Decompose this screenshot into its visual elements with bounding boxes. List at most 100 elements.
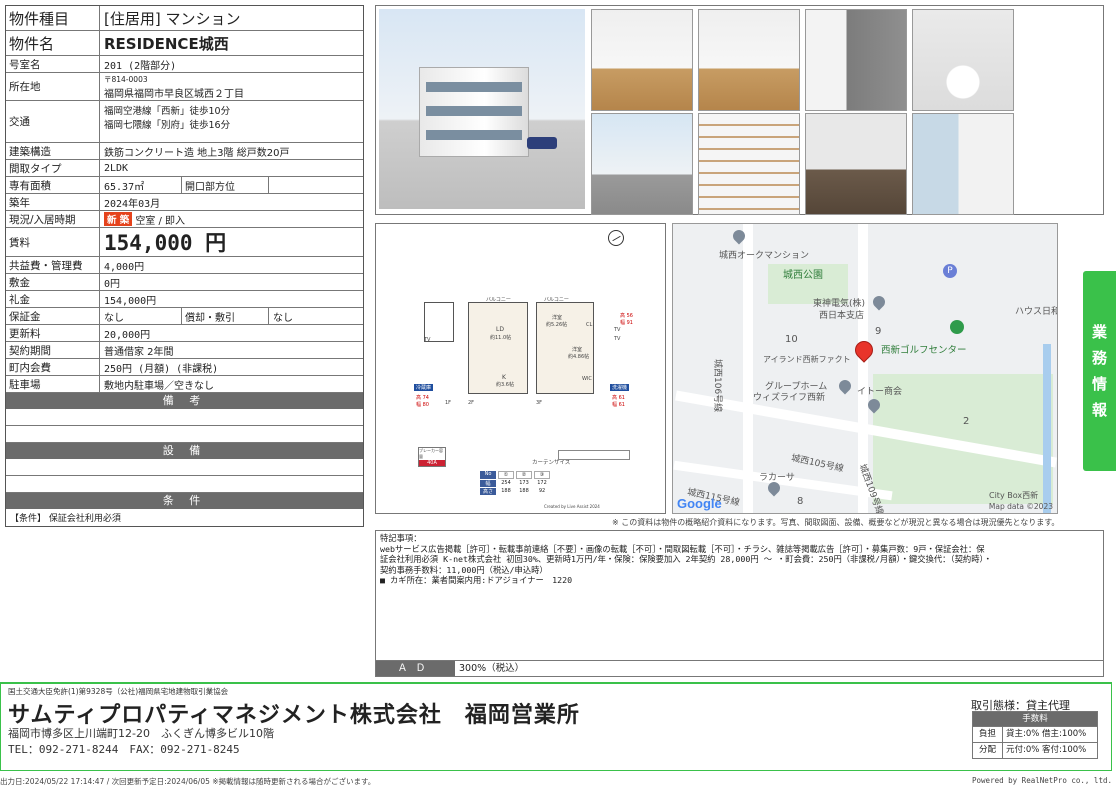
business-info-tab[interactable]: 業 務 情 報	[1083, 271, 1116, 471]
map-label: 西日本支店	[819, 311, 865, 321]
guarantee-value: なし	[104, 312, 124, 324]
transport-line-1: 福岡空港線「西新」徒歩10分	[104, 106, 231, 117]
kitchen-photo[interactable]	[805, 9, 907, 111]
fee-row-value: 貸主:0% 借主:100%	[1006, 729, 1087, 739]
company-phone: TEL：092-271-8244 FAX：092-271-8245	[8, 743, 240, 756]
k-label: K	[502, 374, 506, 381]
map-pin-icon	[836, 377, 854, 395]
map-label: City Box西新	[989, 491, 1039, 500]
balcony-label-1: バルコニー	[486, 297, 511, 303]
fee-heading: 手数料	[973, 712, 1097, 726]
map-label: 10	[785, 334, 798, 345]
shoe-cabinet-photo[interactable]	[698, 113, 800, 215]
ad-label: ＡＤ	[376, 661, 455, 676]
structure-label: 建築構造	[6, 143, 100, 159]
map-label: ウィズライフ西新	[753, 393, 826, 403]
rent-value: 154,000 円	[104, 231, 227, 255]
room-value: 201 (2階部分)	[104, 60, 177, 72]
facilities-body	[6, 459, 363, 476]
fee-row-value: 元付:0% 客付:100%	[1006, 745, 1087, 755]
type-label: 物件種目	[6, 6, 100, 30]
renewal-label: 更新料	[6, 325, 100, 341]
location-map[interactable]: P 城西オークマンション 城西公園 東神電気(株) 西日本支店 ハウス日和 10…	[672, 223, 1058, 514]
map-label: 9	[875, 326, 882, 337]
parking-label: 駐車場	[6, 376, 100, 392]
photo-gallery	[375, 5, 1104, 215]
deposit-value: 0円	[104, 278, 121, 290]
exterior-photo[interactable]	[379, 9, 585, 209]
map-label: 8	[797, 496, 804, 507]
key-money-value: 154,000円	[104, 295, 157, 307]
right-w1: 幅 91	[620, 320, 633, 326]
map-label: 城西105号線	[790, 453, 845, 475]
property-location-pin	[851, 337, 877, 363]
breaker-value: 40A	[419, 460, 445, 466]
disclaimer: ※ この資料は物件の概略紹介資料になります。写真、間取図面、設備、概要などが現況…	[612, 518, 1060, 527]
ld-label: LD	[496, 326, 504, 333]
stairs-1f	[424, 302, 454, 342]
map-label: 西新ゴルフセンター	[881, 345, 967, 356]
amort-value: なし	[273, 312, 293, 324]
status-label: 現況/入居時期	[6, 211, 100, 227]
area-value: 65.37㎡	[104, 181, 145, 193]
fridge-h: 高 74	[416, 395, 429, 401]
built-label: 築年	[6, 194, 100, 210]
postal-code: 〒814-0003	[104, 74, 148, 84]
tab-char: 務	[1091, 349, 1107, 367]
toilet-photo[interactable]	[912, 9, 1014, 111]
location-label: 所在地	[6, 73, 100, 100]
facilities-body-2	[6, 476, 363, 493]
conditions-heading: 条 件	[6, 493, 363, 509]
mgmt-label: 共益費・管理費	[6, 257, 100, 273]
floor-1f: 1F	[445, 400, 452, 406]
transport-label: 交通	[6, 101, 100, 142]
renewal-value: 20,000円	[104, 329, 151, 341]
remarks-body-2	[6, 426, 363, 443]
notes-line: ■ カギ所在：業者間案内用:ドアジョイナー 1220	[380, 575, 573, 585]
compass-icon	[608, 230, 624, 246]
western-1-size: 約5.26帖	[546, 322, 568, 328]
town-fee-label: 町内会費	[6, 359, 100, 375]
tab-char: 報	[1091, 401, 1107, 419]
western-1-label: 洋室	[552, 315, 563, 321]
license-number: 国土交通大臣免許(1)第9328号（公社)福岡県宅地建物取引業協会	[8, 687, 229, 696]
tv-label-2: TV	[614, 327, 621, 333]
new-badge: 新 築	[104, 212, 133, 226]
floor-plan[interactable]: バルコニー バルコニー LD 約11.0帖 K 約3.6帖 洋室 約5.26帖 …	[375, 223, 666, 514]
opening-value	[269, 177, 355, 193]
balcony-label-2: バルコニー	[544, 297, 569, 303]
property-table: 物件種目 [住居用] マンション 物件名 RESIDENCE城西 号室名 201 (2…	[5, 5, 364, 527]
structure-value: 鉄筋コンクリート造 地上3階 総戸数20戸	[104, 147, 290, 159]
rent-label: 賃料	[6, 228, 100, 256]
curtain-table: No ① ② ③ 幅 254 173 172 高さ 188 188 92	[480, 471, 550, 495]
washer-tag: 洗濯機	[610, 384, 630, 391]
town-fee-value: 250円 (月額) (非課税)	[104, 363, 219, 375]
curtain-note	[558, 450, 630, 460]
floor-3f: 3F	[536, 400, 543, 406]
tv-label-1: TV	[424, 337, 431, 343]
map-label: ラカーサ	[759, 473, 795, 483]
ld-size: 約11.0帖	[490, 335, 512, 341]
washroom-photo[interactable]	[805, 113, 907, 215]
bedroom-photo[interactable]	[698, 9, 800, 111]
tab-char: 業	[1091, 323, 1107, 341]
map-label: 城西公園	[783, 270, 823, 281]
right-h1: 高 56	[620, 313, 633, 319]
google-logo: Google	[677, 496, 722, 511]
facilities-heading: 設 備	[6, 443, 363, 459]
living-room-photo[interactable]	[591, 9, 693, 111]
area-label: 専有面積	[6, 177, 100, 193]
ad-value: 300%（税込）	[459, 663, 525, 674]
opening-label: 開口部方位	[181, 177, 269, 193]
western-room-photo[interactable]	[912, 113, 1014, 215]
tab-char: 情	[1091, 375, 1107, 393]
map-data-credit: Map data ©2023	[988, 502, 1053, 511]
guarantee-label: 保証金	[6, 308, 100, 324]
cl-label: CL	[586, 322, 593, 328]
built-value: 2024年03月	[104, 198, 161, 210]
floor-2f: 2F	[468, 400, 475, 406]
balcony-photo[interactable]	[591, 113, 693, 215]
western-2-label: 洋室	[572, 347, 583, 353]
remarks-body	[6, 409, 363, 426]
k-size: 約3.6帖	[496, 382, 514, 388]
